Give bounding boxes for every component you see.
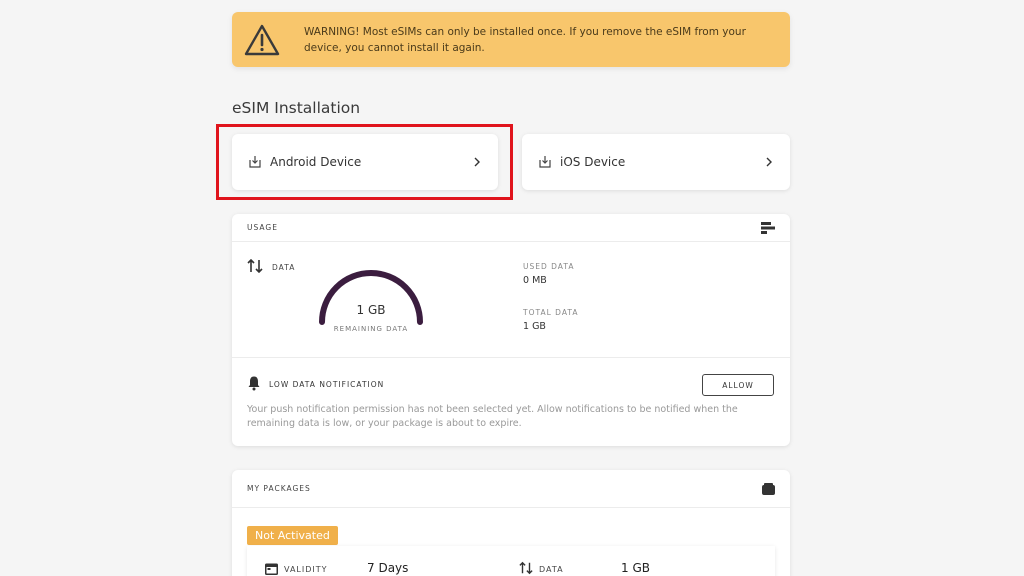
allow-button[interactable]: ALLOW (702, 374, 774, 396)
warning-triangle-icon (244, 24, 280, 55)
highlight-box (216, 124, 513, 200)
bell-icon (248, 376, 260, 391)
download-icon (539, 156, 551, 168)
usage-title: USAGE (247, 223, 278, 232)
remaining-data-value: 1 GB (356, 303, 386, 317)
transfer-arrows-icon (247, 259, 263, 273)
validity-label: VALIDITY (284, 565, 328, 574)
usage-header: USAGE (232, 214, 790, 242)
used-data-value: 0 MB (523, 275, 547, 286)
data-label: DATA (272, 263, 296, 272)
total-data-label: TOTAL DATA (523, 308, 579, 317)
used-data-label: USED DATA (523, 262, 575, 271)
packages-title: MY PACKAGES (247, 484, 311, 493)
divider (232, 357, 790, 358)
warning-banner: WARNING! Most eSIMs can only be installe… (232, 12, 790, 67)
warning-text: WARNING! Most eSIMs can only be installe… (304, 25, 746, 54)
package-data-value: 1 GB (621, 561, 650, 575)
package-row[interactable]: VALIDITY 7 Days DATA 1 GB (247, 546, 775, 576)
section-title: eSIM Installation (232, 99, 361, 117)
packages-card: MY PACKAGES Not Activated VALIDITY 7 Day… (232, 470, 790, 576)
remaining-data-gauge (319, 270, 423, 325)
notification-description: Your push notification permission has no… (247, 404, 738, 429)
transfer-arrows-icon (519, 561, 533, 575)
status-badge: Not Activated (247, 526, 338, 545)
used-data-stat: USED DATA 0 MB (523, 262, 574, 286)
total-data-value: 1 GB (523, 321, 546, 332)
low-data-notification-label: LOW DATA NOTIFICATION (269, 380, 385, 389)
chart-bars-icon[interactable] (761, 221, 775, 234)
total-data-stat: TOTAL DATA 1 GB (523, 308, 579, 332)
remaining-data-label: REMAINING DATA (333, 325, 409, 333)
validity-value: 7 Days (367, 561, 409, 575)
packages-header: MY PACKAGES (232, 470, 790, 508)
usage-card: USAGE DATA 1 GB REMAINING DATA USED DATA… (232, 214, 790, 446)
package-data-label: DATA (539, 565, 564, 574)
ios-device-button[interactable]: iOS Device (522, 134, 790, 190)
ios-device-label: iOS Device (560, 155, 626, 169)
package-box-icon (762, 482, 775, 495)
chevron-right-icon (766, 157, 772, 167)
calendar-icon (265, 563, 278, 575)
